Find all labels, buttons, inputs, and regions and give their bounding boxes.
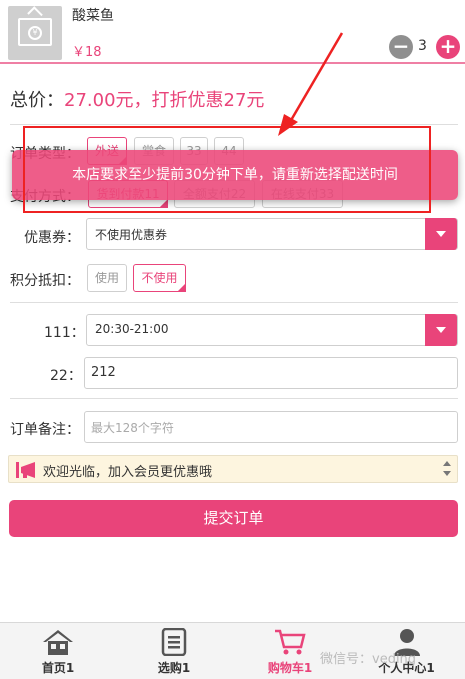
field-22-label: 22：	[50, 368, 82, 384]
quantity-decrease-button[interactable]: −	[389, 35, 413, 59]
product-name: 酸菜鱼	[72, 8, 114, 24]
list-icon	[161, 628, 187, 656]
delivery-time-select[interactable]: 20:30-21:00	[86, 314, 458, 346]
home-icon	[43, 630, 73, 655]
coupon-select[interactable]: 不使用优惠券	[86, 218, 458, 250]
nav-home[interactable]: 首页1	[0, 623, 116, 679]
quantity-value: 3	[418, 38, 427, 54]
divider	[10, 398, 458, 399]
coupon-label: 优惠券：	[24, 230, 80, 246]
points-option-use[interactable]: 使用	[87, 264, 127, 292]
nav-home-label: 首页1	[41, 661, 75, 675]
member-notice-text: 欢迎光临，加入会员更优惠哦	[43, 465, 213, 480]
order-remark-label: 订单备注：	[10, 422, 80, 438]
watermark-text: 微信号：veding	[320, 652, 417, 667]
field-111-label: 111：	[44, 325, 85, 341]
annotation-highlight-box	[23, 126, 431, 213]
nav-browse[interactable]: 选购1	[116, 623, 232, 679]
divider	[10, 302, 458, 303]
product-price: ￥18	[72, 45, 102, 60]
submit-order-button[interactable]: 提交订单	[9, 500, 458, 537]
product-image-placeholder-icon: ¥	[8, 6, 62, 60]
points-option-not-use[interactable]: 不使用	[133, 264, 186, 292]
scroll-up-icon[interactable]	[443, 461, 451, 466]
member-notice-bar: 欢迎光临，加入会员更优惠哦	[8, 455, 458, 483]
total-value: 27.00元，打折优惠27元	[64, 90, 265, 111]
quantity-increase-button[interactable]: +	[436, 35, 460, 59]
field-22-input[interactable]: 212	[84, 357, 458, 389]
cart-icon	[275, 629, 306, 655]
chevron-down-icon[interactable]	[425, 218, 457, 250]
order-remark-input[interactable]: 最大128个字符	[84, 411, 458, 443]
cart-product-row: ¥ 酸菜鱼 ￥18 − 3 +	[0, 0, 465, 64]
scroll-down-icon[interactable]	[443, 471, 451, 476]
coupon-selected-value: 不使用优惠券	[95, 228, 168, 242]
megaphone-icon	[16, 462, 35, 478]
nav-browse-label: 选购1	[157, 661, 191, 675]
chevron-down-icon[interactable]	[425, 314, 457, 346]
divider	[10, 124, 458, 125]
points-label: 积分抵扣：	[10, 273, 80, 289]
order-total: 总价：27.00元，打折优惠27元	[10, 86, 264, 112]
delivery-time-value: 20:30-21:00	[95, 322, 169, 336]
total-label: 总价：	[10, 90, 64, 111]
